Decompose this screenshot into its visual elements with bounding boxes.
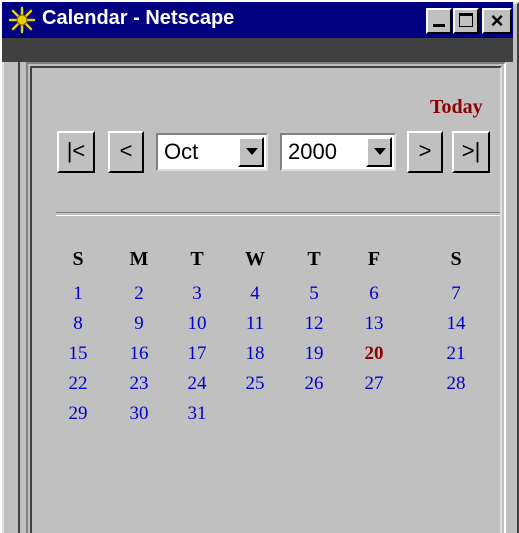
today-link[interactable]: Today: [430, 96, 483, 119]
calendar-day[interactable]: 30: [119, 403, 159, 425]
calendar-day[interactable]: 25: [235, 373, 275, 395]
menu-strip: [2, 38, 513, 62]
calendar-day[interactable]: 24: [177, 373, 217, 395]
calendar-day[interactable]: 1: [58, 283, 98, 305]
calendar-day[interactable]: 26: [294, 373, 334, 395]
calendar-day[interactable]: 2: [119, 283, 159, 305]
weekday-header: F: [367, 248, 381, 270]
prev-month-button[interactable]: <: [108, 131, 144, 173]
weekday-header: W: [245, 248, 265, 270]
calendar-day[interactable]: 9: [119, 313, 159, 335]
calendar-day[interactable]: 23: [119, 373, 159, 395]
maximize-button[interactable]: [453, 8, 479, 34]
month-select-value: Oct: [164, 139, 199, 164]
calendar-day[interactable]: 4: [235, 283, 275, 305]
next-month-button[interactable]: >: [407, 131, 443, 173]
weekday-header: M: [129, 248, 149, 270]
calendar-day[interactable]: 15: [58, 343, 98, 365]
calendar-day[interactable]: 3: [177, 283, 217, 305]
calendar-day[interactable]: 5: [294, 283, 334, 305]
calendar-day[interactable]: 12: [294, 313, 334, 335]
chevron-down-icon[interactable]: [366, 137, 392, 167]
divider: [56, 212, 500, 216]
close-button[interactable]: ×: [482, 8, 512, 34]
calendar-day[interactable]: 22: [58, 373, 98, 395]
netscape-logo-icon: [8, 6, 36, 34]
calendar-day[interactable]: 28: [436, 373, 476, 395]
year-select[interactable]: 2000: [280, 133, 396, 171]
calendar-day[interactable]: 21: [436, 343, 476, 365]
minimize-button[interactable]: [426, 8, 452, 34]
minimize-icon: [433, 24, 445, 27]
weekday-header: S: [450, 248, 462, 270]
calendar-day[interactable]: 19: [294, 343, 334, 365]
weekday-header: T: [190, 248, 204, 270]
chevron-down-icon[interactable]: [238, 137, 264, 167]
weekday-header: S: [72, 248, 84, 270]
calendar-day[interactable]: 16: [119, 343, 159, 365]
maximize-icon: [459, 13, 473, 27]
calendar-day[interactable]: 18: [235, 343, 275, 365]
calendar-day[interactable]: 31: [177, 403, 217, 425]
window-title: Calendar - Netscape: [42, 7, 235, 29]
calendar-day[interactable]: 29: [58, 403, 98, 425]
calendar-day-today[interactable]: 20: [354, 343, 394, 365]
weekday-header: T: [307, 248, 321, 270]
calendar-day[interactable]: 17: [177, 343, 217, 365]
last-month-button[interactable]: >|: [452, 131, 490, 173]
calendar-day[interactable]: 11: [235, 313, 275, 335]
calendar-day[interactable]: 14: [436, 313, 476, 335]
calendar-day[interactable]: 13: [354, 313, 394, 335]
calendar-day[interactable]: 27: [354, 373, 394, 395]
calendar-day[interactable]: 8: [58, 313, 98, 335]
calendar-day[interactable]: 6: [354, 283, 394, 305]
year-select-value: 2000: [288, 139, 337, 164]
close-icon: ×: [490, 8, 504, 33]
first-month-button[interactable]: |<: [57, 131, 95, 173]
month-select[interactable]: Oct: [156, 133, 268, 171]
title-bar[interactable]: Calendar - Netscape ×: [2, 2, 513, 38]
calendar-day[interactable]: 7: [436, 283, 476, 305]
calendar-day[interactable]: 10: [177, 313, 217, 335]
frame-left-edge: [18, 62, 26, 533]
